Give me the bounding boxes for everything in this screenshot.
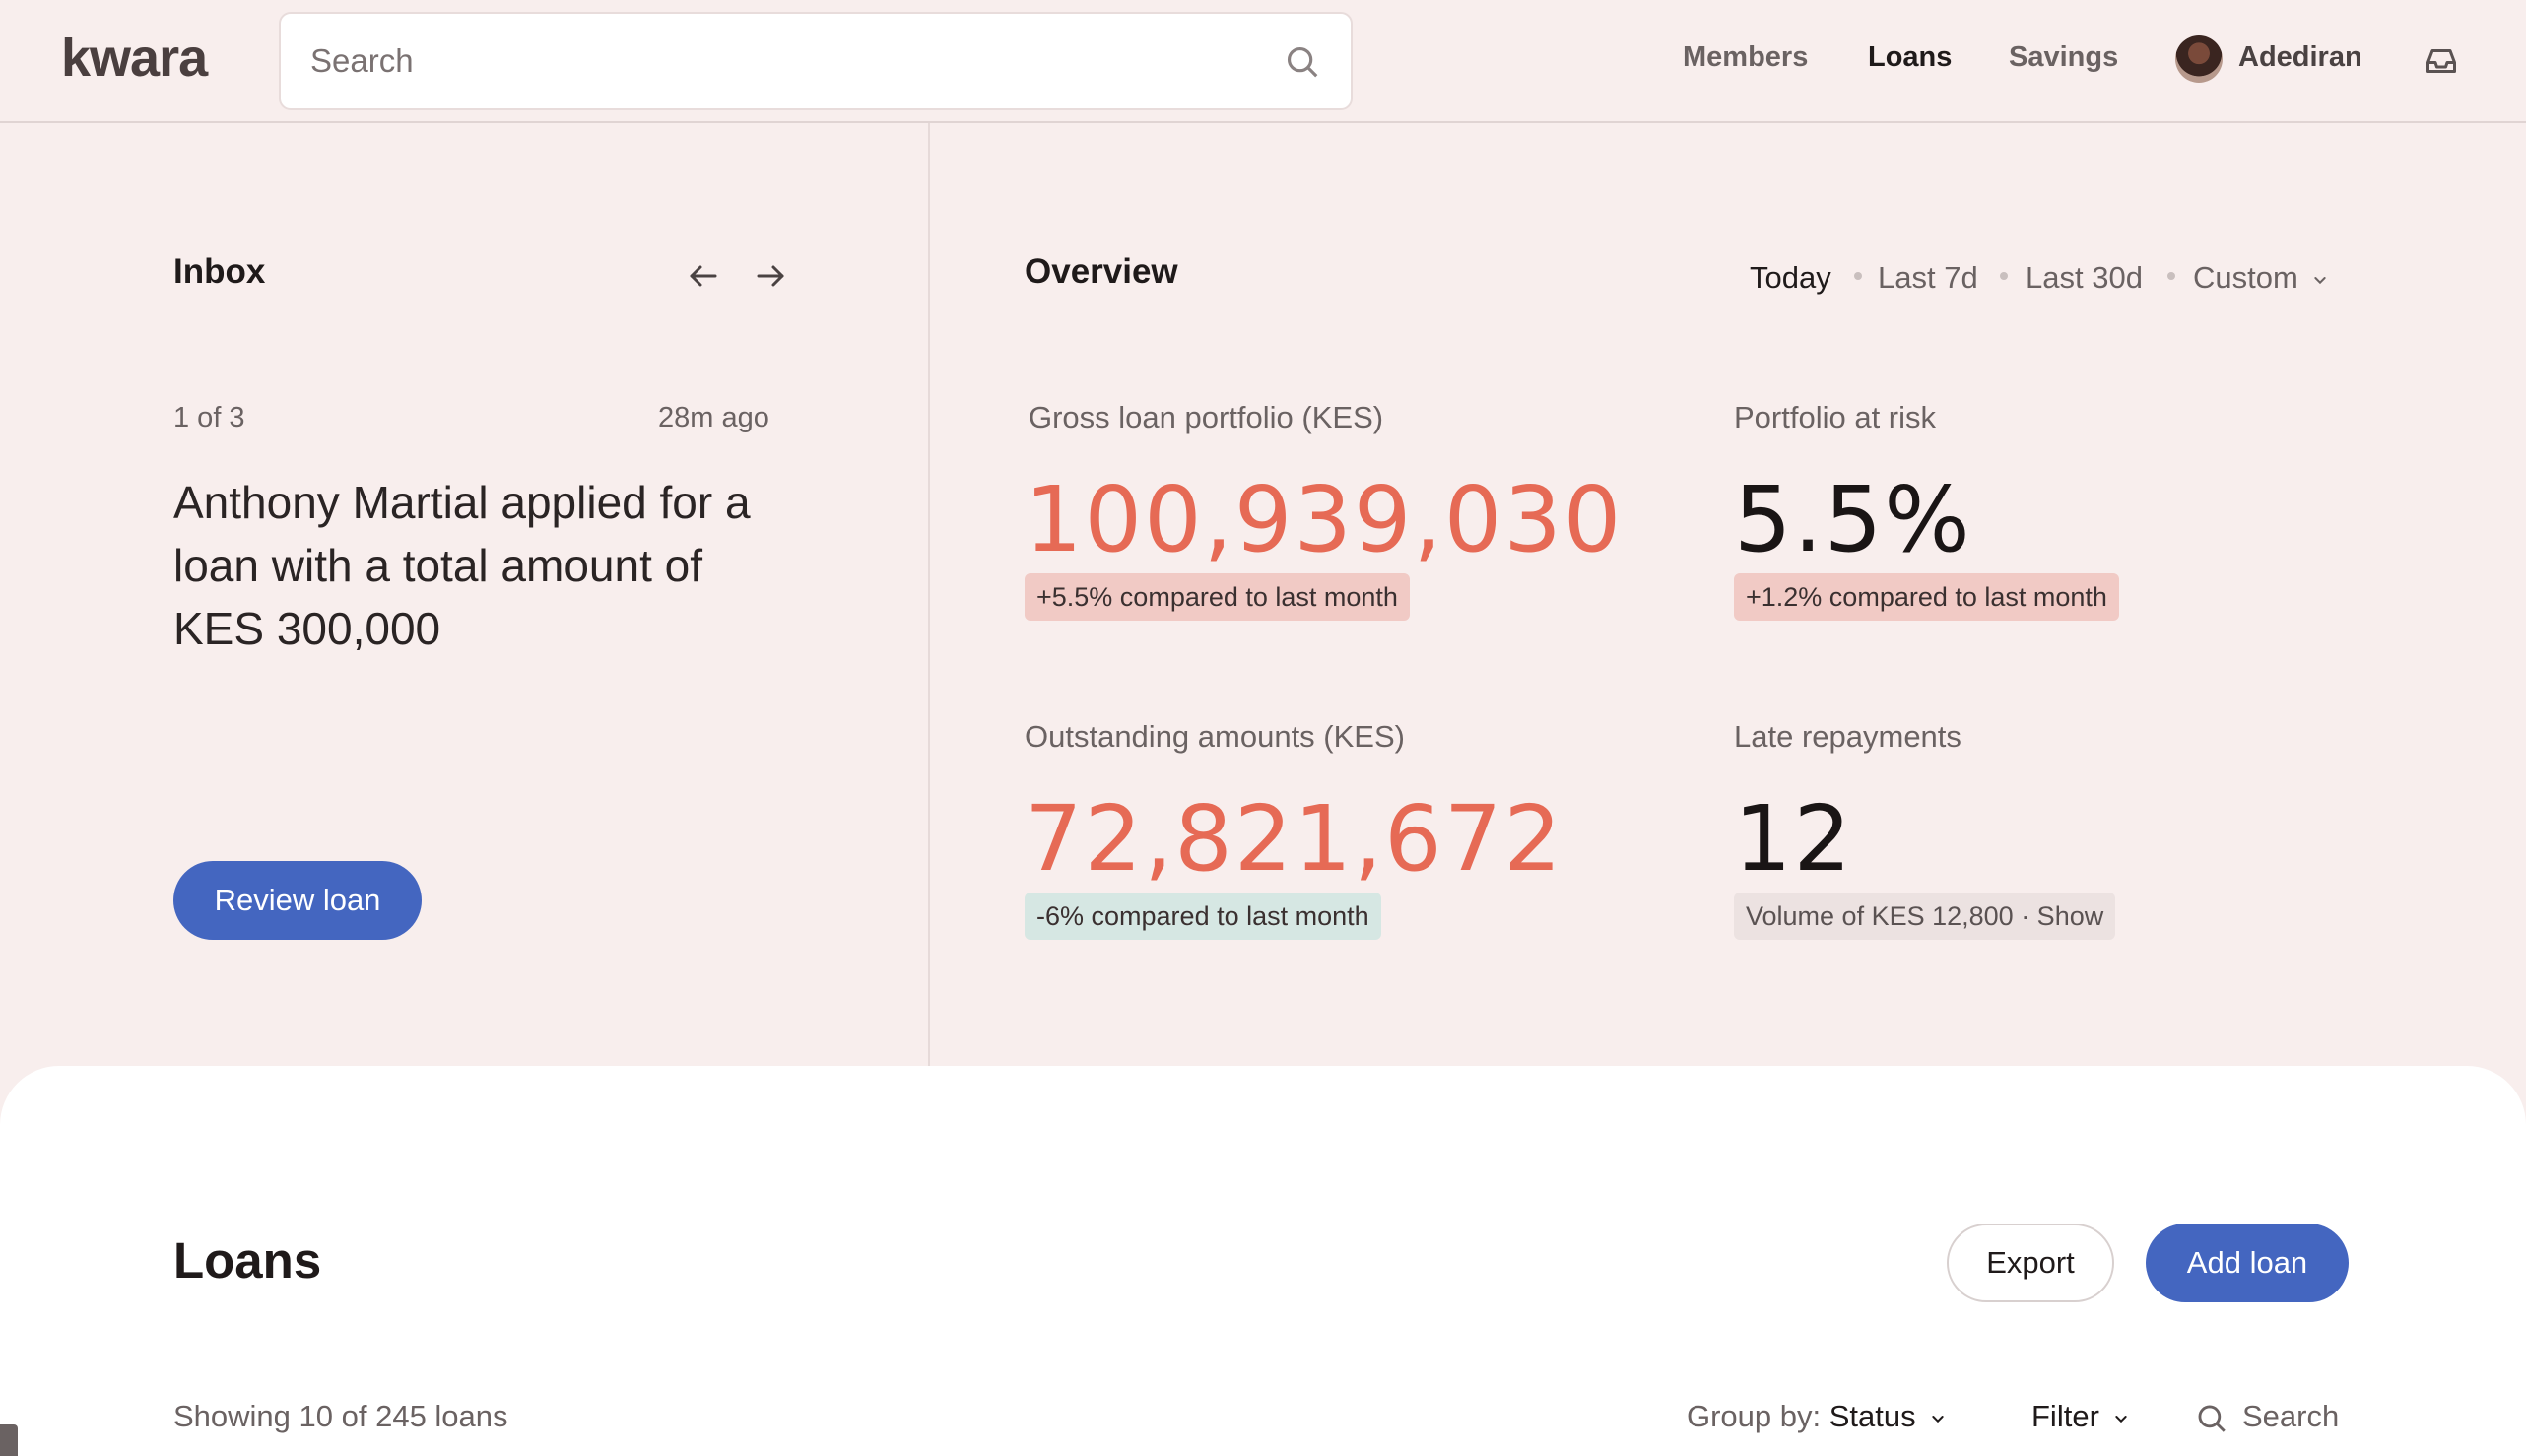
chevron-down-icon [2314,276,2326,284]
metric-label: Late repayments [1734,719,1961,754]
metric-value: 72,821,672 [1025,786,1563,892]
metric-change-badge: +5.5% compared to last month [1025,573,1410,621]
metric-label: Gross loan portfolio (KES) [1029,400,1384,434]
inbox-title: Inbox [173,252,266,291]
metric-change-badge: -6% compared to last month [1025,893,1381,940]
export-button[interactable]: Export [1947,1224,2114,1302]
metric-label: Portfolio at risk [1734,400,1937,434]
kwara-logo[interactable]: kwara [61,28,208,89]
metric-change-badge: +1.2% compared to last month [1734,573,2119,621]
chevron-down-icon [1931,1415,1944,1423]
range-separator [2000,272,2008,280]
metric-label: Outstanding amounts (KES) [1025,719,1405,754]
filter-button[interactable]: Filter [2031,1399,2129,1434]
resize-handle[interactable] [0,1424,18,1456]
review-loan-button[interactable]: Review loan [173,861,422,940]
loans-section: Loans Export Add loan Showing 10 of 245 … [0,1066,2526,1456]
panel-divider [928,123,930,1069]
inbox-position: 1 of 3 [173,402,245,433]
inbox-timestamp: 28m ago [658,402,769,433]
search-icon[interactable] [1284,43,1321,81]
filter-label: Filter [2031,1399,2099,1433]
loans-search-label: Search [2242,1399,2340,1433]
group-by-select[interactable]: Group by: Status [1687,1399,1946,1434]
loans-search[interactable]: Search [2195,1399,2339,1435]
metric-value: 12 [1734,786,1854,892]
range-last-7d[interactable]: Last 7d [1878,260,1978,296]
late-repayment-volume-badge[interactable]: Volume of KES 12,800 · Show [1734,893,2116,940]
metric-value: 100,939,030 [1025,467,1624,572]
search-input[interactable] [310,14,1246,108]
range-separator [2167,272,2175,280]
add-loan-button[interactable]: Add loan [2146,1224,2349,1302]
global-search[interactable] [279,12,1353,110]
range-today[interactable]: Today [1750,260,1831,296]
range-custom[interactable]: Custom [2193,260,2328,296]
loans-title: Loans [173,1232,322,1289]
loans-count: Showing 10 of 245 loans [173,1399,508,1433]
user-name[interactable]: Adediran [2238,41,2362,74]
nav-members[interactable]: Members [1683,41,1808,74]
range-custom-label: Custom [2193,260,2298,295]
overview-title: Overview [1025,252,1178,291]
nav-savings[interactable]: Savings [2009,41,2118,74]
nav-loans[interactable]: Loans [1868,41,1952,74]
metric-value: 5.5% [1734,467,1972,572]
arrow-right-icon[interactable] [753,258,788,294]
top-bar: kwara Members Loans Savings Adediran [0,0,2526,123]
group-by-label: Group by: [1687,1399,1822,1433]
inbox-message: Anthony Martial applied for a loan with … [173,477,751,654]
search-icon [2198,1405,2226,1432]
range-separator [1854,272,1862,280]
range-last-30d[interactable]: Last 30d [2026,260,2143,296]
arrow-left-icon[interactable] [686,258,721,294]
avatar[interactable] [2175,35,2223,83]
chevron-down-icon [2115,1415,2127,1423]
group-by-value: Status [1828,1399,1916,1433]
inbox-icon[interactable] [2424,43,2459,79]
